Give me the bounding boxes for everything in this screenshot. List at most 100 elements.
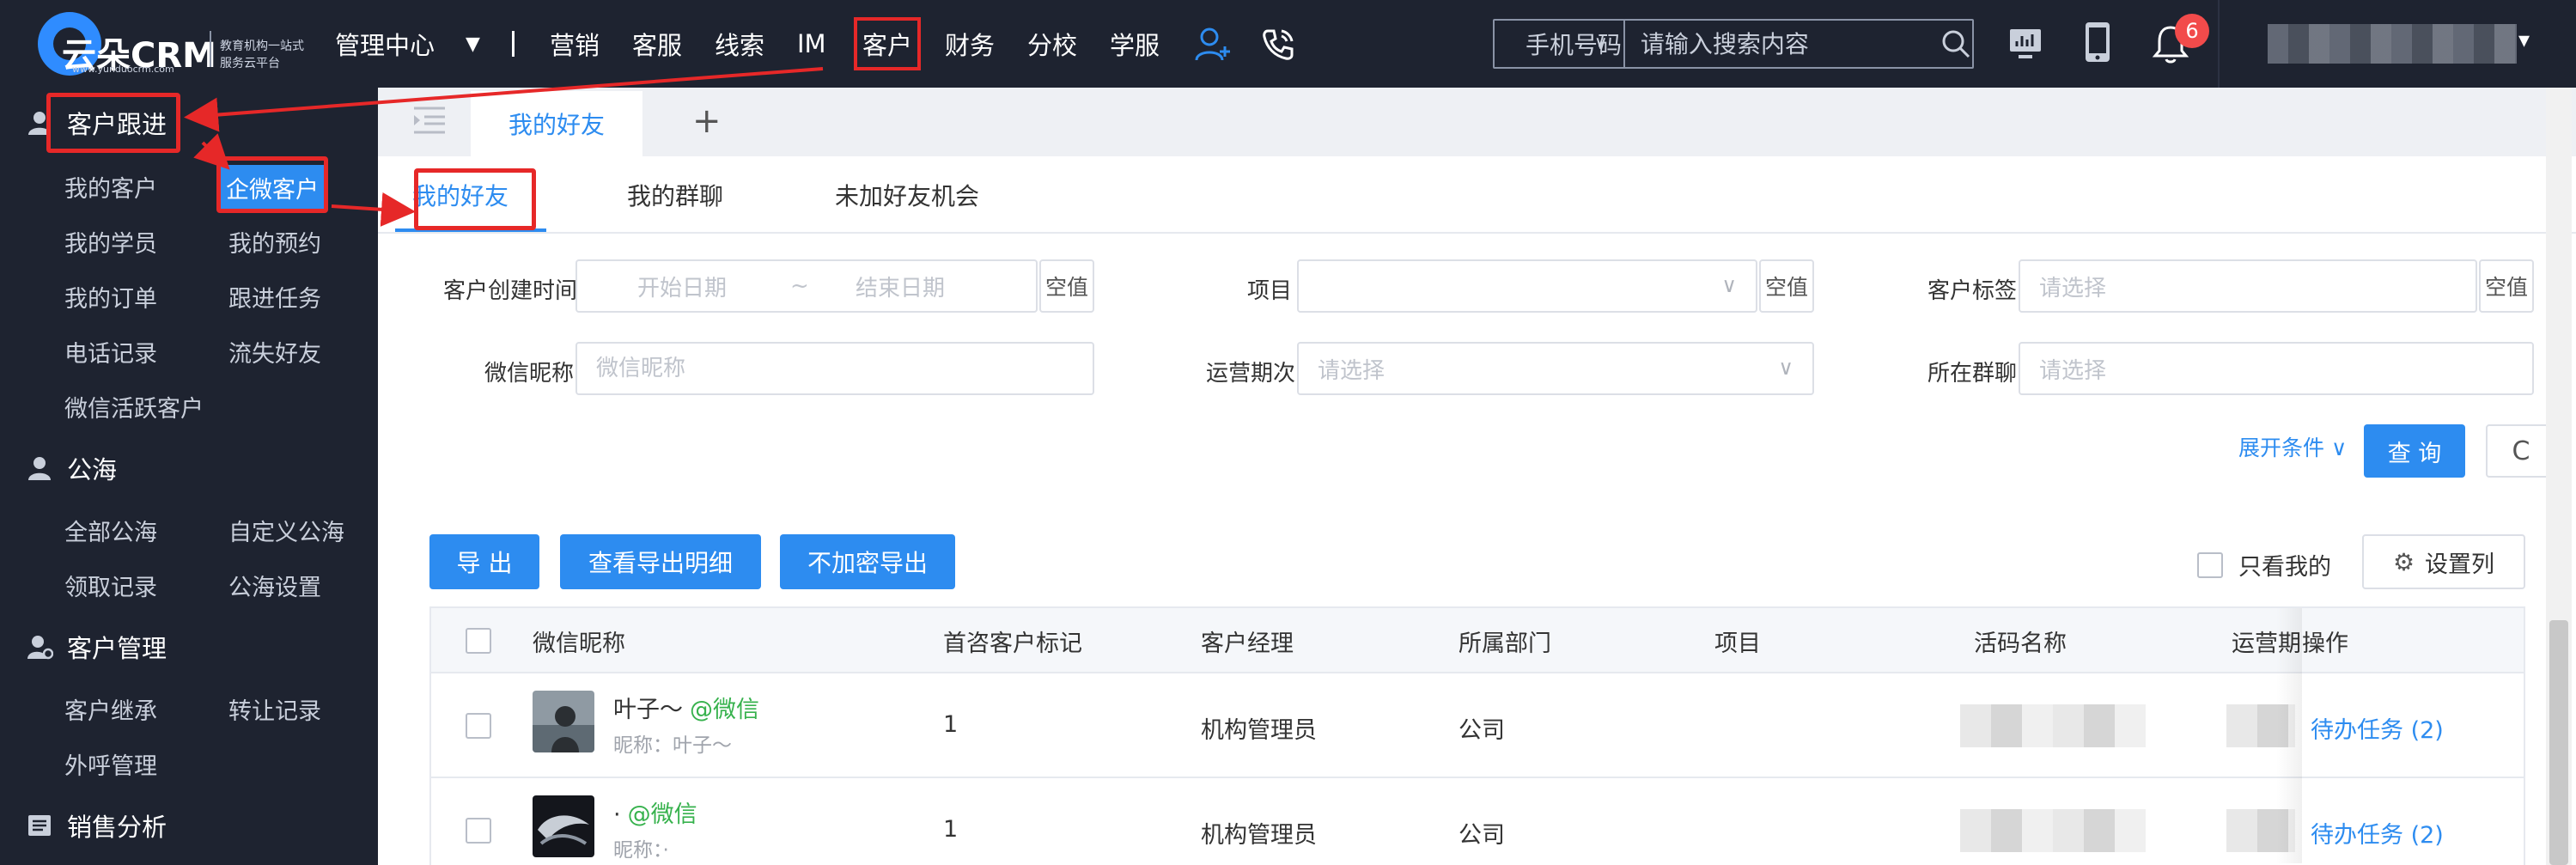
add-user-icon[interactable] [1194, 26, 1232, 64]
export-unencrypted-button[interactable]: 不加密导出 [780, 534, 955, 589]
logo-divider [210, 31, 211, 67]
group-select[interactable]: 请选择 [2019, 342, 2534, 395]
nickname-cell[interactable]: 叶子～ @微信 [613, 691, 759, 724]
todo-tasks-link[interactable]: 待办任务 (2) [2311, 816, 2444, 850]
sidebar-item-lost-friends[interactable]: 流失好友 [228, 335, 321, 369]
sub-tabs: 我的好友 我的群聊 未加好友机会 [378, 156, 2576, 234]
col-code-name: 活码名称 [1974, 630, 2067, 657]
nav-divider [512, 31, 515, 57]
scrollbar-thumb[interactable] [2549, 620, 2568, 865]
nav-marketing[interactable]: 营销 [550, 0, 600, 88]
department-cell: 公司 [1459, 822, 1505, 849]
sidebar-section-customer-mgmt[interactable]: 客户管理 [26, 629, 167, 665]
col-nickname: 微信昵称 [533, 630, 625, 657]
avatar [533, 691, 594, 752]
sidebar-item-my-orders[interactable]: 我的订单 [64, 280, 157, 314]
project-select[interactable]: ∨ [1297, 259, 1757, 313]
annotation-box-my-friends [414, 168, 536, 230]
nav-im[interactable]: IM [797, 0, 826, 88]
sidebar-item-call-records[interactable]: 电话记录 [64, 335, 157, 369]
customer-tag-placeholder: 请选择 [2039, 275, 2107, 302]
sidebar-item-inheritance[interactable]: 客户继承 [64, 692, 157, 726]
expand-conditions-link[interactable]: 展开条件 ∨ [2238, 431, 2347, 462]
sidebar-item-my-students[interactable]: 我的学员 [64, 225, 157, 259]
select-all-checkbox[interactable] [466, 628, 491, 654]
only-mine-checkbox[interactable] [2197, 551, 2223, 578]
nav-service[interactable]: 客服 [632, 0, 682, 88]
logo-url: www.yunduocrm.com [72, 64, 174, 75]
phone-call-icon[interactable] [1259, 26, 1297, 64]
monitor-icon[interactable] [2007, 24, 2044, 62]
search-button[interactable] [1940, 21, 1972, 67]
sidebar-item-custom-pool[interactable]: 自定义公海 [228, 514, 344, 547]
nickname-field[interactable] [575, 342, 1094, 395]
select-all-cell[interactable] [466, 608, 491, 673]
nickname-label: 微信昵称 [484, 361, 575, 387]
gear-icon: ⚙ [2392, 547, 2415, 576]
create-time-null-button[interactable]: 空值 [1039, 259, 1094, 313]
nav-student-service[interactable]: 学服 [1110, 0, 1160, 88]
mobile-icon[interactable] [2080, 21, 2115, 64]
add-tab-icon[interactable]: + [692, 101, 722, 141]
nav-finance[interactable]: 财务 [945, 0, 995, 88]
only-mine-toggle[interactable]: 只看我的 [2197, 548, 2331, 582]
subtab-my-groups[interactable]: 我的群聊 [627, 156, 723, 234]
tab-my-friends[interactable]: 我的好友 [471, 91, 642, 156]
view-export-detail-button[interactable]: 查看导出明细 [560, 534, 761, 589]
annotation-box-follow-up [46, 93, 180, 153]
chevron-down-icon[interactable]: ▼ [466, 0, 480, 88]
customer-tag-null-button[interactable]: 空值 [2479, 259, 2534, 313]
nav-leads[interactable]: 线索 [715, 0, 764, 88]
query-button[interactable]: 查 询 [2364, 424, 2465, 478]
logo-slogan: 教育机构一站式服务云平台 [220, 40, 304, 70]
create-time-range[interactable]: 开始日期 ~ 结束日期 [575, 259, 1038, 313]
start-date-placeholder: 开始日期 [637, 275, 728, 302]
sidebar-item-follow-tasks[interactable]: 跟进任务 [228, 280, 321, 314]
logo[interactable]: 云朵CRM www.yunduocrm.com 教育机构一站式服务云平台 [38, 12, 304, 76]
create-time-label: 客户创建时间 [443, 278, 578, 304]
range-separator: ~ [790, 273, 809, 299]
nav-customer-label: 客户 [853, 17, 922, 70]
sidebar-item-transfer-records[interactable]: 转让记录 [228, 692, 321, 726]
nickname-input[interactable] [596, 356, 1093, 381]
todo-tasks-link[interactable]: 待办任务 (2) [2311, 711, 2444, 745]
nav-branch[interactable]: 分校 [1027, 0, 1077, 88]
subtab-unadded-opportunities[interactable]: 未加好友机会 [835, 156, 979, 234]
sidebar-item-my-appointments[interactable]: 我的预约 [228, 225, 321, 259]
sidebar-item-all-pool[interactable]: 全部公海 [64, 514, 157, 547]
user-menu[interactable]: ▾ [2218, 0, 2576, 88]
nickname-cell[interactable]: · @微信 [613, 795, 697, 829]
menu-collapse-icon[interactable] [412, 105, 447, 136]
wechat-tag: @微信 [627, 801, 697, 828]
table-row: 叶子～ @微信 昵称：叶子～ 1 机构管理员 公司 待办任务 (2) [431, 673, 2524, 778]
row-checkbox[interactable] [466, 818, 491, 844]
customer-tag-select[interactable]: 请选择 [2019, 259, 2477, 313]
code-name-cell [1960, 704, 2146, 747]
period-label: 运营期次 [1206, 361, 1296, 387]
global-search: 手机号码 ∨ [1493, 19, 1974, 69]
search-input[interactable] [1624, 21, 1940, 67]
period-select[interactable]: 请选择 ∨ [1297, 342, 1814, 395]
col-manager: 客户经理 [1201, 630, 1294, 657]
row-checkbox[interactable] [466, 713, 491, 739]
sidebar-section-sales-analysis[interactable]: 销售分析 [26, 807, 167, 844]
sidebar-item-my-customers[interactable]: 我的客户 [64, 170, 157, 204]
first-mark-cell: 1 [943, 711, 959, 738]
search-type-select[interactable]: 手机号码 ∨ [1495, 21, 1625, 67]
table-header: 微信昵称 首咨客户标记 客户经理 所属部门 项目 活码名称 运营期 操作 [431, 608, 2524, 673]
export-button[interactable]: 导 出 [429, 534, 539, 589]
project-null-button[interactable]: 空值 [1759, 259, 1814, 313]
sidebar-item-outbound-mgmt[interactable]: 外呼管理 [64, 747, 157, 781]
nav-management-center[interactable]: 管理中心 [335, 0, 435, 88]
set-columns-button[interactable]: ⚙ 设置列 [2362, 534, 2525, 589]
period-placeholder: 请选择 [1318, 357, 1385, 384]
sidebar-section-public-pool[interactable]: 公海 [26, 450, 117, 486]
user-icon [28, 457, 51, 480]
sidebar-item-pool-settings[interactable]: 公海设置 [228, 569, 321, 602]
page-tab-bar: 我的好友 + [378, 88, 2576, 156]
sidebar-item-wechat-active[interactable]: 微信活跃客户 [64, 390, 204, 423]
code-name-cell [1960, 809, 2146, 852]
wechat-tag: @微信 [690, 697, 759, 723]
sidebar-item-claim-records[interactable]: 领取记录 [64, 569, 157, 602]
nav-customer[interactable]: 客户 [853, 0, 922, 88]
